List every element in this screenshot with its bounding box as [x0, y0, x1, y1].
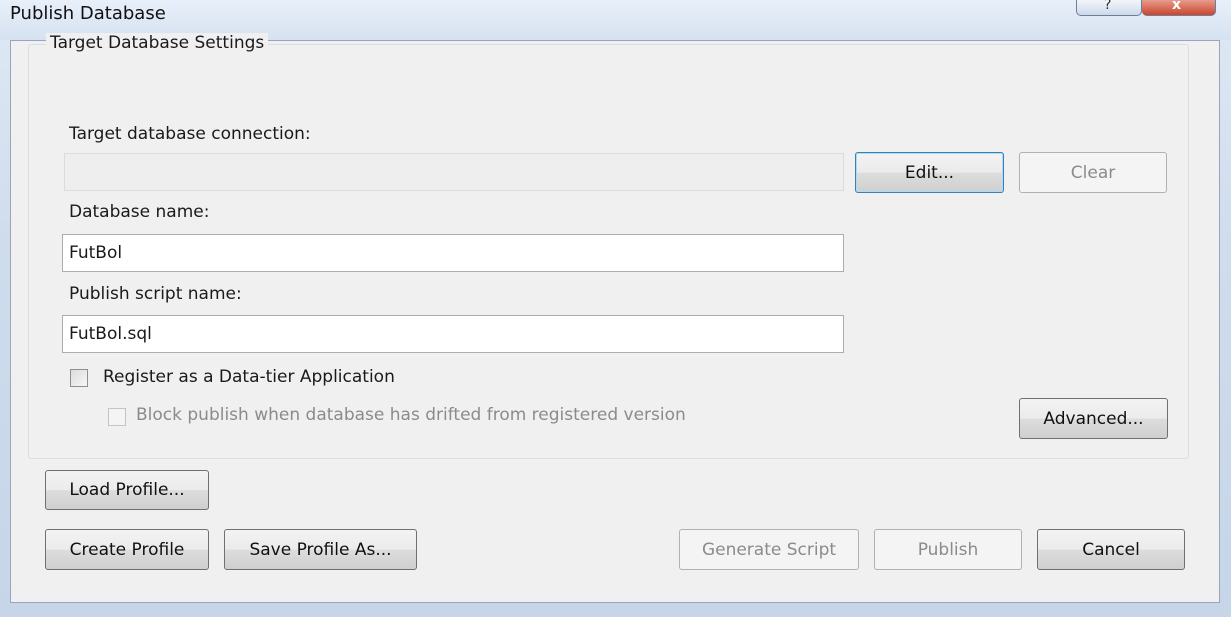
- close-icon: x: [1172, 0, 1182, 13]
- publish-database-window: Publish Database ? x Target Database Set…: [0, 0, 1231, 617]
- window-title: Publish Database: [10, 3, 166, 24]
- help-button[interactable]: ?: [1076, 0, 1142, 16]
- publish-script-name-input[interactable]: FutBol.sql: [62, 315, 844, 353]
- help-icon: ?: [1104, 0, 1112, 13]
- register-data-tier-label[interactable]: Register as a Data-tier Application: [103, 367, 395, 387]
- clear-connection-button[interactable]: Clear: [1019, 152, 1167, 193]
- database-name-input[interactable]: FutBol: [62, 234, 844, 272]
- block-publish-checkbox[interactable]: [108, 408, 126, 426]
- register-data-tier-checkbox[interactable]: [70, 369, 88, 387]
- create-profile-button[interactable]: Create Profile: [45, 529, 209, 570]
- publish-button[interactable]: Publish: [874, 529, 1022, 570]
- group-title: Target Database Settings: [46, 33, 269, 53]
- edit-connection-button[interactable]: Edit...: [855, 152, 1004, 193]
- cancel-button[interactable]: Cancel: [1037, 529, 1185, 570]
- generate-script-button[interactable]: Generate Script: [679, 529, 859, 570]
- close-button[interactable]: x: [1142, 0, 1216, 16]
- save-profile-as-button[interactable]: Save Profile As...: [224, 529, 417, 570]
- block-publish-label: Block publish when database has drifted …: [136, 405, 686, 425]
- database-name-label: Database name:: [69, 202, 210, 222]
- publish-script-name-label: Publish script name:: [69, 284, 242, 304]
- load-profile-button[interactable]: Load Profile...: [45, 470, 209, 510]
- advanced-button[interactable]: Advanced...: [1019, 398, 1168, 439]
- target-connection-field[interactable]: [64, 153, 844, 191]
- target-connection-label: Target database connection:: [69, 124, 311, 144]
